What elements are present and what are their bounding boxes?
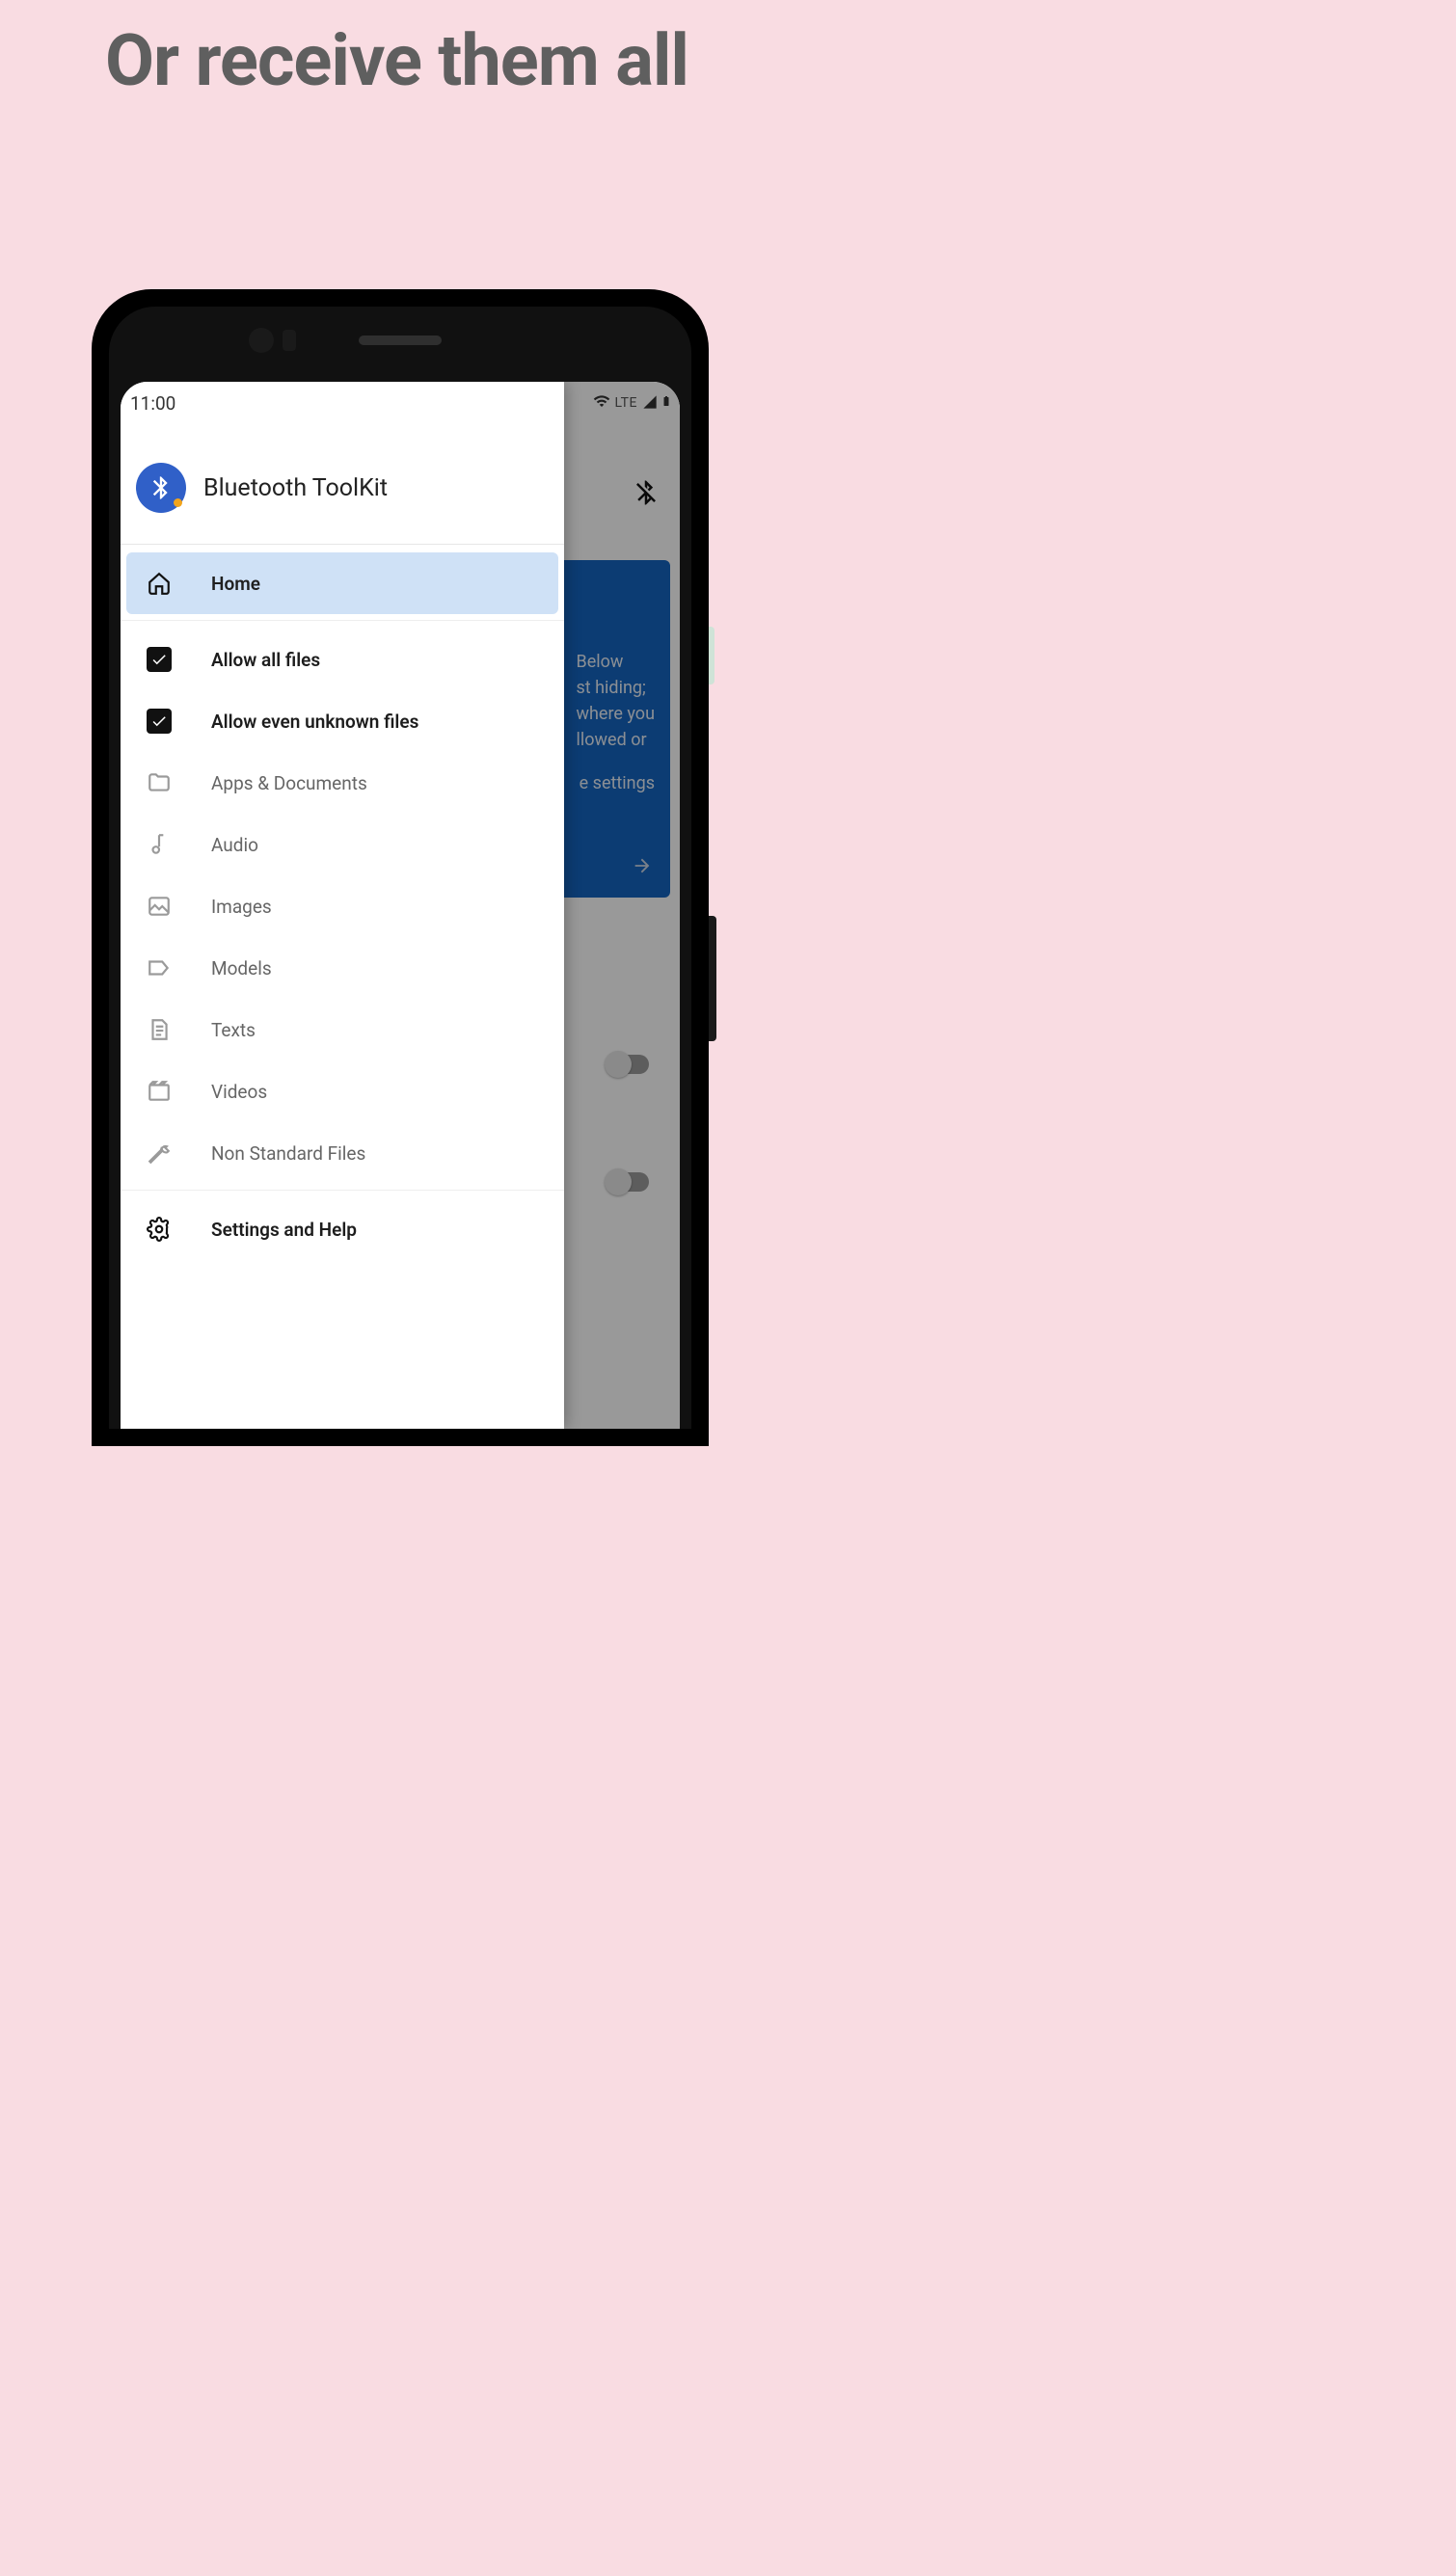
phone-bezel: LTE Below st hiding; xyxy=(109,307,691,1429)
nav-allow-all-files[interactable]: Allow all files xyxy=(126,629,558,690)
nav-label: Videos xyxy=(211,1081,267,1103)
document-icon xyxy=(146,1016,173,1043)
nav-non-standard-files[interactable]: Non Standard Files xyxy=(126,1122,558,1184)
nav-label: Audio xyxy=(211,834,258,856)
nav-texts[interactable]: Texts xyxy=(126,999,558,1060)
promo-headline: Or receive them all xyxy=(0,19,794,103)
navigation-drawer: 11:00 Bluetooth ToolKit Home xyxy=(121,382,564,1429)
nav-label: Allow all files xyxy=(211,649,320,671)
drawer-header: Bluetooth ToolKit xyxy=(121,424,564,545)
nav-label: Non Standard Files xyxy=(211,1142,365,1165)
phone-camera xyxy=(249,328,274,353)
nav-label: Apps & Documents xyxy=(211,772,367,794)
wrench-icon xyxy=(146,1140,173,1167)
nav-home[interactable]: Home xyxy=(126,552,558,614)
image-icon xyxy=(146,893,173,920)
app-title: Bluetooth ToolKit xyxy=(203,474,388,502)
nav-audio[interactable]: Audio xyxy=(126,814,558,875)
nav-images[interactable]: Images xyxy=(126,875,558,937)
nav-label: Settings and Help xyxy=(211,1219,357,1241)
nav-label: Models xyxy=(211,957,272,979)
phone-frame: LTE Below st hiding; xyxy=(92,289,709,1446)
nav-apps-documents[interactable]: Apps & Documents xyxy=(126,752,558,814)
checkbox-checked-icon xyxy=(146,708,173,735)
phone-side-button xyxy=(709,916,716,1041)
nav-settings-help[interactable]: Settings and Help xyxy=(126,1198,558,1260)
nav-label: Texts xyxy=(211,1019,256,1041)
label-icon xyxy=(146,954,173,981)
status-time: 11:00 xyxy=(121,382,564,424)
nav-models[interactable]: Models xyxy=(126,937,558,999)
app-logo-bluetooth-icon xyxy=(136,463,186,513)
nav-videos[interactable]: Videos xyxy=(126,1060,558,1122)
nav-label: Home xyxy=(211,573,260,595)
gear-icon xyxy=(146,1216,173,1243)
checkbox-checked-icon xyxy=(146,646,173,673)
phone-screen: LTE Below st hiding; xyxy=(121,382,680,1429)
nav-label: Images xyxy=(211,896,272,918)
phone-power-button xyxy=(709,627,715,684)
home-icon xyxy=(146,570,173,597)
phone-sensor xyxy=(283,330,296,351)
nav-label: Allow even unknown files xyxy=(211,711,418,733)
music-note-icon xyxy=(146,831,173,858)
phone-speaker xyxy=(359,335,442,345)
nav-allow-unknown-files[interactable]: Allow even unknown files xyxy=(126,690,558,752)
video-icon xyxy=(146,1078,173,1105)
folder-icon xyxy=(146,769,173,796)
